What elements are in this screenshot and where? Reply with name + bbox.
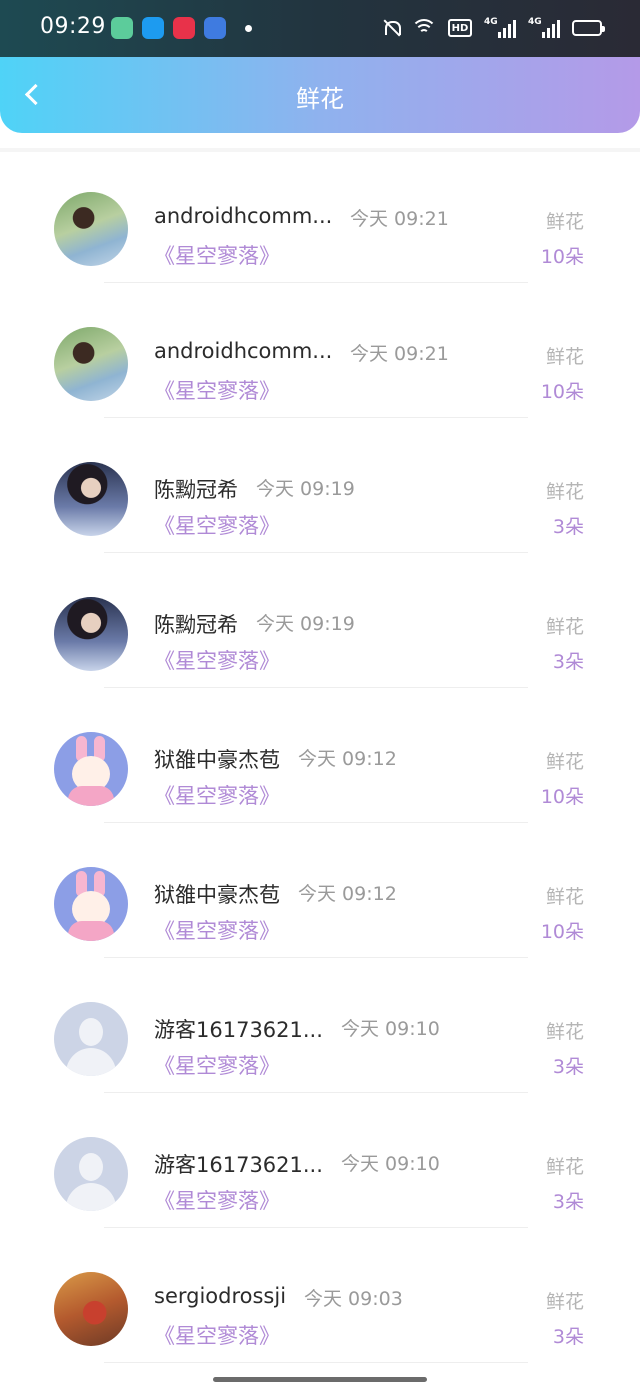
gift-type-label: 鲜花 xyxy=(545,211,584,233)
gift-count: 3朵 xyxy=(552,1191,584,1213)
timestamp: 今天 09:12 xyxy=(298,748,397,770)
username: 游客16173621... xyxy=(154,1153,323,1177)
username: 狱雒中豪杰苞 xyxy=(154,883,280,907)
book-title-link[interactable]: 《星空寥落》 xyxy=(154,240,280,270)
username: 游客16173621... xyxy=(154,1018,323,1042)
gift-type-label: 鲜花 xyxy=(545,616,584,638)
mute-icon xyxy=(382,19,401,37)
cloud-icon xyxy=(204,17,226,39)
book-title-link[interactable]: 《星空寥落》 xyxy=(154,510,280,540)
gift-count: 10朵 xyxy=(540,246,584,268)
list-item[interactable]: androidhcomm... 今天 09:21 《星空寥落》 鲜花 10朵 xyxy=(0,283,640,418)
gift-type-label: 鲜花 xyxy=(545,1021,584,1043)
gift-type-label: 鲜花 xyxy=(545,886,584,908)
timestamp: 今天 09:19 xyxy=(256,478,355,500)
app-notification-icon xyxy=(111,17,133,39)
list-item[interactable]: 游客16173621... 今天 09:10 《星空寥落》 鲜花 3朵 xyxy=(0,958,640,1093)
timestamp: 今天 09:21 xyxy=(350,343,449,365)
timestamp: 今天 09:21 xyxy=(350,208,449,230)
gift-count: 10朵 xyxy=(540,921,584,943)
list-item[interactable]: 游客16173621... 今天 09:10 《星空寥落》 鲜花 3朵 xyxy=(0,1093,640,1228)
status-time: 09:29 xyxy=(40,14,106,39)
battery-icon xyxy=(572,20,605,36)
username: sergiodrossji xyxy=(154,1284,287,1308)
gift-type-label: 鲜花 xyxy=(545,346,584,368)
list-item[interactable]: androidhcomm... 今天 09:21 《星空寥落》 鲜花 10朵 xyxy=(0,148,640,283)
timestamp: 今天 09:10 xyxy=(341,1153,440,1175)
avatar[interactable] xyxy=(54,867,128,941)
avatar[interactable] xyxy=(54,192,128,266)
gift-count: 10朵 xyxy=(540,381,584,403)
avatar[interactable] xyxy=(54,462,128,536)
gift-type-label: 鲜花 xyxy=(545,1156,584,1178)
username: 陈黝冠希 xyxy=(154,478,238,502)
gift-count: 3朵 xyxy=(552,516,584,538)
avatar[interactable] xyxy=(54,1272,128,1346)
avatar[interactable] xyxy=(54,327,128,401)
list-item[interactable]: 狱雒中豪杰苞 今天 09:12 《星空寥落》 鲜花 10朵 xyxy=(0,823,640,958)
list-item[interactable]: sergiodrossji 今天 09:03 《星空寥落》 鲜花 3朵 xyxy=(0,1228,640,1363)
gift-count: 3朵 xyxy=(552,1056,584,1078)
book-title-link[interactable]: 《星空寥落》 xyxy=(154,1050,280,1080)
username: androidhcomm... xyxy=(154,204,333,228)
hd-voice-icon: HD xyxy=(448,19,472,37)
book-title-link[interactable]: 《星空寥落》 xyxy=(154,375,280,405)
book-title-link[interactable]: 《星空寥落》 xyxy=(154,1185,280,1215)
status-indicators: HD 4G 4G xyxy=(382,14,605,42)
username: 狱雒中豪杰苞 xyxy=(154,748,280,772)
avatar[interactable] xyxy=(54,732,128,806)
status-bar: 09:29 HD 4G 4G xyxy=(0,0,640,57)
divider xyxy=(104,1362,528,1363)
gift-count: 3朵 xyxy=(552,1326,584,1348)
more-notifications-icon xyxy=(245,25,252,32)
app-notification-icon xyxy=(173,17,195,39)
username: 陈黝冠希 xyxy=(154,613,238,637)
wifi-icon xyxy=(411,19,437,37)
timestamp: 今天 09:12 xyxy=(298,883,397,905)
list-item[interactable]: 陈黝冠希 今天 09:19 《星空寥落》 鲜花 3朵 xyxy=(0,418,640,553)
timestamp: 今天 09:03 xyxy=(304,1288,403,1310)
book-title-link[interactable]: 《星空寥落》 xyxy=(154,645,280,675)
gift-count: 3朵 xyxy=(552,651,584,673)
gift-count: 10朵 xyxy=(540,786,584,808)
book-title-link[interactable]: 《星空寥落》 xyxy=(154,915,280,945)
home-indicator[interactable] xyxy=(213,1377,427,1382)
gift-type-label: 鲜花 xyxy=(545,751,584,773)
telegram-icon xyxy=(142,17,164,39)
signal-icon: 4G xyxy=(484,17,516,38)
timestamp: 今天 09:10 xyxy=(341,1018,440,1040)
book-title-link[interactable]: 《星空寥落》 xyxy=(154,1320,280,1350)
avatar[interactable] xyxy=(54,597,128,671)
list-item[interactable]: 陈黝冠希 今天 09:19 《星空寥落》 鲜花 3朵 xyxy=(0,553,640,688)
avatar[interactable] xyxy=(54,1137,128,1211)
timestamp: 今天 09:19 xyxy=(256,613,355,635)
top-app-bar: 鲜花 xyxy=(0,57,640,133)
signal-icon: 4G xyxy=(528,17,560,38)
avatar[interactable] xyxy=(54,1002,128,1076)
book-title-link[interactable]: 《星空寥落》 xyxy=(154,780,280,810)
gift-type-label: 鲜花 xyxy=(545,1291,584,1313)
list-item[interactable]: 狱雒中豪杰苞 今天 09:12 《星空寥落》 鲜花 10朵 xyxy=(0,688,640,823)
gift-type-label: 鲜花 xyxy=(545,481,584,503)
username: androidhcomm... xyxy=(154,339,333,363)
page-title: 鲜花 xyxy=(296,85,344,113)
